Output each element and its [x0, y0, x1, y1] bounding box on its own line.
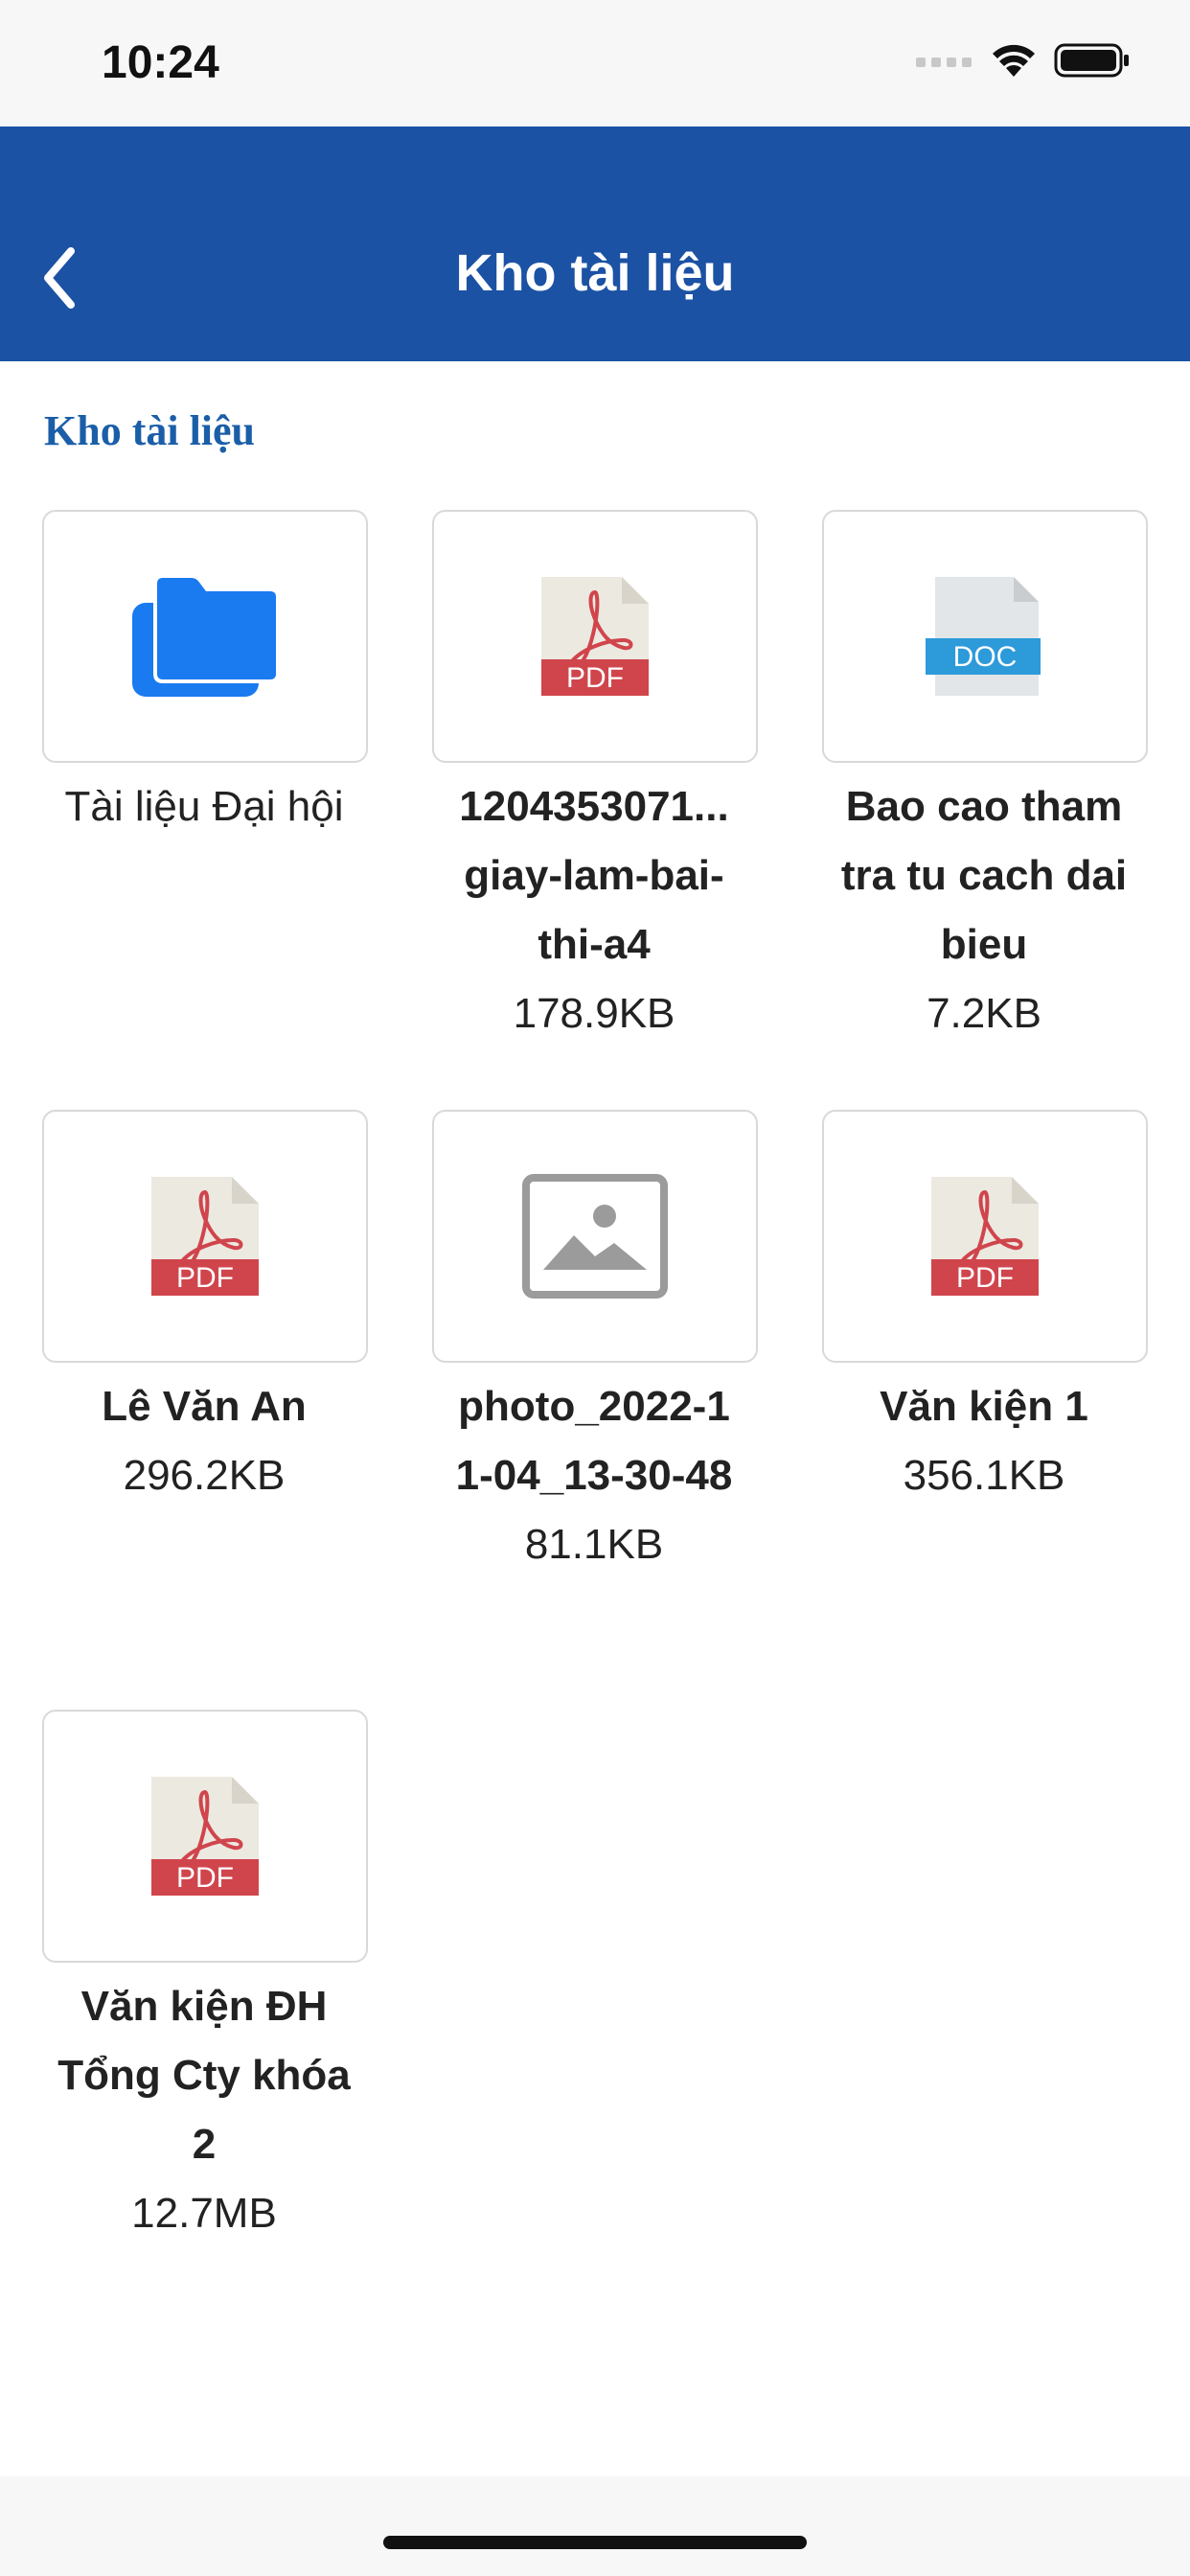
battery-icon: [1054, 43, 1129, 78]
thumbnail: [432, 1110, 758, 1363]
pdf-label: PDF: [176, 1262, 234, 1294]
nav-title: Kho tài liệu: [455, 244, 735, 302]
item-name: Lê Văn An: [102, 1383, 307, 1430]
thumbnail: PDF: [42, 1710, 368, 1963]
thumbnail: PDF: [42, 1110, 368, 1363]
pdf-file-icon: PDF: [931, 1177, 1039, 1296]
item-size: 178.9KB: [513, 990, 675, 1037]
home-indicator[interactable]: [383, 2536, 807, 2549]
item-name: 1204353071... giay-lam-bai-thi-a4: [432, 772, 756, 979]
pdf-file-icon: PDF: [151, 1777, 259, 1896]
item-size: 81.1KB: [524, 1521, 664, 1568]
thumbnail: PDF: [432, 510, 758, 763]
nav-bar: Kho tài liệu: [0, 126, 1190, 361]
pdf-label: PDF: [956, 1262, 1014, 1294]
document-item-image[interactable]: photo_2022-11-04_13-30-48 81.1KB: [432, 1110, 758, 1579]
wifi-icon: [993, 44, 1035, 77]
thumbnail: [42, 510, 368, 763]
document-item-folder[interactable]: Tài liệu Đại hội: [42, 510, 368, 841]
pdf-label: PDF: [566, 662, 624, 694]
pdf-file-icon: PDF: [151, 1177, 259, 1296]
item-name-rest: giay-lam-bai-thi-a4: [464, 852, 724, 968]
document-item-pdf[interactable]: PDF Văn kiện 1 356.1KB: [822, 1110, 1148, 1510]
item-size: 296.2KB: [123, 1452, 286, 1499]
document-item-pdf[interactable]: PDF Lê Văn An 296.2KB: [42, 1110, 368, 1510]
item-name: Tài liệu Đại hội: [64, 783, 344, 830]
item-name: Văn kiện 1: [880, 1383, 1088, 1430]
item-name: Bao cao tham tra tu cach dai bieu: [840, 783, 1128, 968]
image-icon: [522, 1174, 668, 1299]
signal-icon: [916, 58, 972, 67]
status-icons: [916, 42, 1131, 79]
item-size: 356.1KB: [903, 1452, 1065, 1499]
item-size: 12.7MB: [131, 2190, 277, 2237]
bottom-safe-area: [0, 2476, 1190, 2576]
thumbnail: DOC: [822, 510, 1148, 763]
doc-label: DOC: [953, 641, 1018, 673]
document-item-pdf[interactable]: PDF Văn kiện ĐH Tổng Cty khóa 2 12.7MB: [42, 1710, 368, 2248]
item-name: photo_2022-11-04_13-30-48: [455, 1383, 733, 1499]
document-item-doc[interactable]: DOC Bao cao tham tra tu cach dai bieu 7.…: [822, 510, 1148, 1048]
thumbnail: PDF: [822, 1110, 1148, 1363]
pdf-label: PDF: [176, 1862, 234, 1894]
document-item-pdf[interactable]: PDF 1204353071... giay-lam-bai-thi-a4 17…: [432, 510, 758, 1048]
doc-file-icon: DOC: [926, 577, 1041, 696]
pdf-file-icon: PDF: [541, 577, 649, 696]
section-title: Kho tài liệu: [44, 407, 256, 454]
item-name-line1: 1204353071...: [459, 783, 729, 830]
status-bar: 10:24: [0, 0, 1190, 126]
status-time: 10:24: [102, 37, 219, 88]
folder-icon: [132, 574, 280, 697]
item-size: 7.2KB: [927, 990, 1041, 1037]
item-name: Văn kiện ĐH Tổng Cty khóa 2: [57, 1983, 351, 2168]
